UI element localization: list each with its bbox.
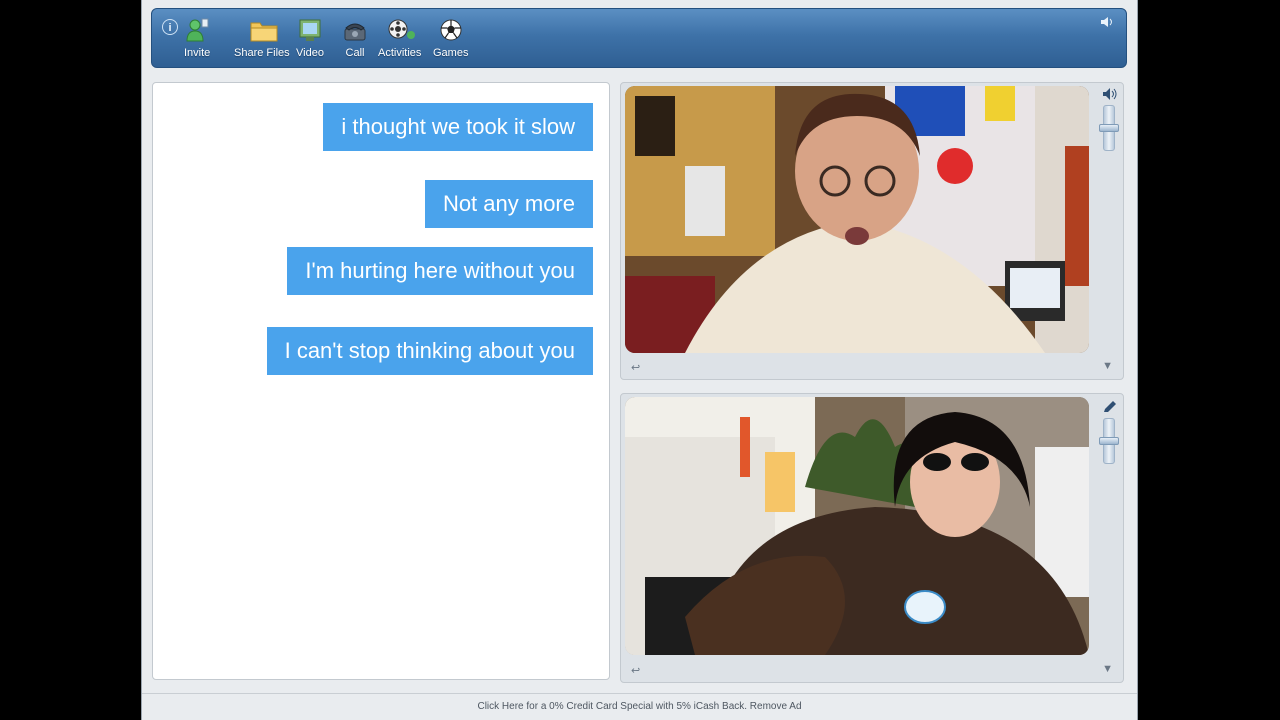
- chat-message: Not any more: [424, 180, 593, 228]
- invite-button[interactable]: Invite: [184, 17, 210, 59]
- share-files-button[interactable]: Share Files: [234, 17, 290, 59]
- toolbar: i Invite Share Files Video Call Activiti…: [151, 8, 1127, 68]
- arrow-icon[interactable]: ↩: [631, 664, 640, 677]
- games-button[interactable]: Games: [433, 17, 468, 59]
- activities-button[interactable]: Activities: [378, 17, 421, 59]
- dropdown-icon[interactable]: ▼: [1102, 360, 1113, 372]
- speaker-icon[interactable]: [1100, 15, 1116, 27]
- remote-video-panel: ↩ ▼: [620, 82, 1124, 380]
- pencil-icon[interactable]: [1102, 400, 1118, 419]
- local-video: [625, 397, 1089, 655]
- video-button[interactable]: Video: [296, 17, 324, 59]
- ad-status-bar[interactable]: Click Here for a 0% Credit Card Special …: [142, 693, 1137, 720]
- local-video-panel: ↩ ▼: [620, 393, 1124, 683]
- messenger-window: i Invite Share Files Video Call Activiti…: [141, 0, 1138, 720]
- chat-area: i thought we took it slow Not any more I…: [152, 82, 610, 680]
- chat-message: I'm hurting here without you: [287, 247, 593, 295]
- video-icon: [297, 17, 323, 43]
- ad-link[interactable]: Click Here for a 0% Credit Card Special …: [477, 701, 801, 712]
- activities-icon: [387, 17, 415, 43]
- arrow-icon[interactable]: ↩: [631, 361, 640, 374]
- chat-message: I can't stop thinking about you: [266, 327, 593, 375]
- chat-message: i thought we took it slow: [323, 103, 593, 151]
- games-icon: [438, 17, 464, 43]
- call-button[interactable]: Call: [342, 17, 368, 59]
- invite-icon: [184, 17, 210, 43]
- mic-slider[interactable]: [1099, 418, 1119, 464]
- info-icon[interactable]: i: [162, 19, 178, 35]
- folder-icon: [249, 17, 278, 43]
- speaker-icon[interactable]: [1102, 87, 1118, 106]
- phone-icon: [342, 17, 368, 43]
- volume-slider[interactable]: [1099, 105, 1119, 151]
- remote-video: [625, 86, 1089, 353]
- dropdown-icon[interactable]: ▼: [1102, 663, 1113, 675]
